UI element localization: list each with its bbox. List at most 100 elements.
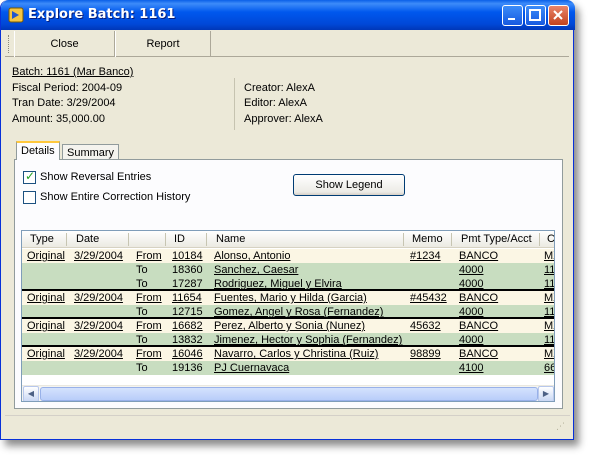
col-memo-header[interactable]: Memo [412, 233, 443, 245]
minimize-icon [508, 18, 515, 20]
cell-type[interactable]: Original [27, 249, 65, 263]
close-icon [553, 10, 563, 20]
cell-date[interactable]: 3/29/2004 [74, 347, 123, 361]
cell-pmt[interactable]: BANCO [459, 291, 498, 305]
col-pmt-header[interactable]: Pmt Type/Acct [461, 233, 532, 245]
table-row[interactable]: Original 3/29/2004 From 16046 Navarro, Carlo… [22, 347, 554, 361]
table-row[interactable]: Original 3/29/2004 From 16682 Perez, Alberto… [22, 319, 554, 333]
minimize-button[interactable] [502, 5, 523, 26]
table-row[interactable]: To 18360 Sanchez, Caesar 4000 11 [22, 263, 554, 277]
col-separator[interactable] [128, 233, 129, 246]
cell-cu[interactable]: MX [544, 347, 554, 361]
col-separator[interactable] [206, 233, 207, 246]
show-legend-button[interactable]: Show Legend [293, 174, 405, 196]
col-separator[interactable] [451, 233, 452, 246]
cell-cu[interactable]: MX [544, 249, 554, 263]
cell-cu[interactable]: 11 [544, 333, 554, 347]
cell-dir[interactable]: From [136, 347, 162, 361]
scroll-left-button[interactable]: ◀ [23, 386, 39, 401]
show-correction-checkbox[interactable] [23, 191, 36, 204]
col-date-header[interactable]: Date [76, 233, 99, 245]
table-row[interactable]: Original 3/29/2004 From 11654 Fuentes, Mario… [22, 291, 554, 305]
cell-name[interactable]: Fuentes, Mario y Hilda (Garcia) [214, 291, 367, 305]
col-name-header[interactable]: Name [216, 233, 245, 245]
cell-name[interactable]: Navarro, Carlos y Christina (Ruiz) [214, 347, 378, 361]
cell-date[interactable]: 3/29/2004 [74, 291, 123, 305]
cell-name[interactable]: Sanchez, Caesar [214, 263, 298, 277]
cell-name[interactable]: PJ Cuernavaca [214, 361, 289, 375]
col-separator[interactable] [165, 233, 166, 246]
close-button[interactable]: Close [14, 31, 115, 57]
cell-pmt[interactable]: 4000 [459, 277, 483, 291]
table-row[interactable]: To 17287 Rodriguez, Miguel y Elvira 4000 11 [22, 277, 554, 291]
table-row[interactable]: To 19136 PJ Cuernavaca 4100 66 [22, 361, 554, 375]
report-button[interactable]: Report [115, 31, 211, 57]
cell-date[interactable]: 3/29/2004 [74, 319, 123, 333]
cell-cu[interactable]: MX [544, 291, 554, 305]
cell-type[interactable]: Original [27, 319, 65, 333]
cell-pmt[interactable]: 4000 [459, 305, 483, 319]
cell-id[interactable]: 16046 [172, 347, 203, 361]
cell-id: 19136 [172, 362, 203, 374]
cell-name[interactable]: Jimenez, Hector y Sophia (Fernandez) [214, 333, 402, 347]
resize-grip-icon[interactable]: ⋰ [556, 421, 568, 433]
details-panel: Show Reversal Entries Show Entire Correc… [14, 159, 563, 409]
cell-memo[interactable]: #45432 [410, 291, 447, 305]
title-bar[interactable]: Explore Batch: 1161 [1, 0, 575, 30]
cell-cu[interactable]: 66 [544, 361, 554, 375]
app-icon [8, 7, 24, 23]
table-row[interactable]: To 12715 Gomez, Angel y Rosa (Fernandez) 40… [22, 305, 554, 319]
horizontal-scrollbar[interactable]: ◀ ▶ [22, 385, 554, 401]
show-reversal-checkbox[interactable] [23, 169, 36, 184]
scroll-right-button[interactable]: ▶ [538, 386, 554, 401]
batch-link[interactable]: Batch: 1161 (Mar Banco) [12, 64, 133, 80]
col-cu-header[interactable]: Cu [547, 233, 554, 245]
tab-details[interactable]: Details [16, 141, 60, 160]
amount: Amount: 35,000.00 [12, 113, 105, 125]
cell-dir[interactable]: From [136, 319, 162, 333]
col-type-header[interactable]: Type [30, 233, 54, 245]
scroll-thumb[interactable] [40, 387, 538, 401]
cell-type[interactable]: Original [27, 347, 65, 361]
cell-cu[interactable]: MX [544, 319, 554, 333]
col-separator[interactable] [403, 233, 404, 246]
cell-pmt[interactable]: 4100 [459, 361, 483, 375]
cell-pmt[interactable]: BANCO [459, 249, 498, 263]
cell-name[interactable]: Gomez, Angel y Rosa (Fernandez) [214, 305, 383, 319]
cell-id[interactable]: 16682 [172, 319, 203, 333]
cell-cu[interactable]: 11 [544, 305, 554, 319]
cell-pmt[interactable]: BANCO [459, 319, 498, 333]
cell-date[interactable]: 3/29/2004 [74, 249, 123, 263]
cell-cu[interactable]: 11 [544, 263, 554, 277]
show-correction-label[interactable]: Show Entire Correction History [40, 191, 190, 203]
toolbar-grip[interactable] [8, 35, 11, 53]
cell-memo[interactable]: #1234 [410, 249, 441, 263]
col-separator[interactable] [539, 233, 540, 246]
cell-dir[interactable]: From [136, 291, 162, 305]
cell-name[interactable]: Rodriguez, Miguel y Elvira [214, 277, 342, 291]
cell-pmt[interactable]: BANCO [459, 347, 498, 361]
cell-name[interactable]: Alonso, Antonio [214, 249, 290, 263]
table-row[interactable]: To 13832 Jimenez, Hector y Sophia (Fernand… [22, 333, 554, 347]
cell-id[interactable]: 11654 [172, 291, 202, 305]
col-separator[interactable] [66, 233, 67, 246]
explore-batch-window: Explore Batch: 1161 Close Report Batch: … [0, 0, 575, 440]
cell-dir[interactable]: From [136, 249, 162, 263]
cell-dir: To [136, 334, 148, 346]
maximize-button[interactable] [525, 5, 546, 26]
close-window-button[interactable] [548, 5, 569, 26]
cell-id[interactable]: 10184 [172, 249, 203, 263]
cell-pmt[interactable]: 4000 [459, 263, 483, 277]
cell-name[interactable]: Perez, Alberto y Sonia (Nunez) [214, 319, 365, 333]
cell-memo[interactable]: 98899 [410, 347, 441, 361]
show-reversal-label[interactable]: Show Reversal Entries [40, 171, 151, 183]
cell-dir: To [136, 278, 148, 290]
creator: Creator: AlexA [244, 82, 315, 94]
cell-memo[interactable]: 45632 [410, 319, 441, 333]
cell-cu[interactable]: 11 [544, 277, 554, 291]
tab-summary[interactable]: Summary [62, 144, 120, 160]
table-row[interactable]: Original 3/29/2004 From 10184 Alonso, Antoni… [22, 249, 554, 263]
col-id-header[interactable]: ID [174, 233, 185, 245]
cell-type[interactable]: Original [27, 291, 65, 305]
cell-pmt[interactable]: 4000 [459, 333, 483, 347]
